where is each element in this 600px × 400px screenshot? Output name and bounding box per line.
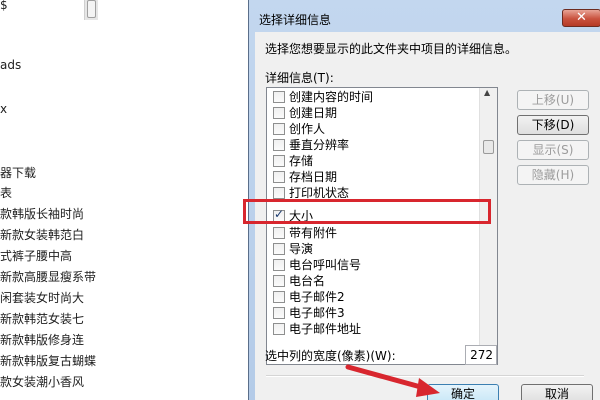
nav-item-fragment[interactable]: $	[0, 0, 8, 12]
detail-label: 存储	[289, 154, 314, 168]
detail-row[interactable]: 电子邮件2	[267, 289, 481, 305]
detail-label: 电台名	[289, 274, 326, 288]
list-scrollbar-thumb[interactable]	[483, 140, 494, 154]
instruction-text: 选择您想要显示的此文件夹中项目的详细信息。	[265, 42, 518, 56]
detail-checkbox[interactable]	[273, 259, 285, 271]
dialog-titlebar[interactable]: 选择详细信息 ✕	[249, 0, 600, 36]
detail-checkbox[interactable]	[273, 123, 285, 135]
nav-item[interactable]: 式裤子腰中高	[0, 247, 72, 264]
details-list-label: 详细信息(T):	[265, 71, 334, 85]
detail-checkbox[interactable]	[273, 139, 285, 151]
detail-label: 创作人	[289, 122, 326, 136]
nav-item[interactable]: 新款女装韩范白	[0, 226, 84, 243]
detail-checkbox[interactable]	[273, 243, 285, 255]
nav-item[interactable]: 新款韩范女装七	[0, 310, 84, 327]
divider	[266, 375, 584, 377]
detail-row[interactable]: 带有附件	[267, 225, 481, 241]
nav-item[interactable]: 新款韩版修身连	[0, 331, 84, 348]
detail-label: 电子邮件2	[289, 290, 345, 304]
nav-item[interactable]: 新款韩版复古蝴蝶	[0, 352, 96, 369]
list-scrollbar[interactable]: ▲ ▼	[479, 88, 497, 364]
nav-item[interactable]: 器下载	[0, 164, 36, 181]
detail-checkbox[interactable]	[273, 275, 285, 287]
detail-row[interactable]: 电台呼叫信号	[267, 257, 481, 273]
detail-row[interactable]: 存储	[267, 153, 481, 169]
detail-label: 垂直分辨率	[289, 138, 350, 152]
detail-row[interactable]: 电子邮件地址	[267, 321, 481, 337]
detail-label: 带有附件	[289, 226, 338, 240]
dialog-title: 选择详细信息	[259, 13, 332, 27]
nav-scrollbar[interactable]	[84, 0, 98, 20]
nav-scrollbar-thumb[interactable]	[87, 0, 96, 18]
detail-checkbox[interactable]	[273, 155, 285, 167]
nav-item[interactable]: 闲套装女时尚大	[0, 289, 84, 306]
close-button[interactable]: ✕	[562, 9, 600, 27]
detail-row[interactable]: 存档日期	[267, 169, 481, 185]
nav-item-fragment[interactable]: 表	[0, 184, 12, 201]
nav-item[interactable]: 款女装潮小香风	[0, 373, 84, 390]
detail-checkbox[interactable]	[273, 291, 285, 303]
details-list[interactable]: 创建内容的时间 创建日期 创作人 垂直分辨率 存储 存档日期 打印机状态 ✓ 大小 带有附件 导演电…	[266, 87, 498, 365]
move-up-button[interactable]: 上移(U)	[517, 90, 589, 110]
detail-label: 导演	[289, 242, 314, 256]
detail-checkbox[interactable]	[273, 227, 285, 239]
cancel-button[interactable]: 取消	[521, 384, 593, 400]
scroll-up-arrow-icon[interactable]: ▲	[484, 88, 490, 97]
show-button[interactable]: 显示(S)	[517, 140, 589, 160]
nav-item-fragment[interactable]: ads	[0, 58, 21, 72]
detail-checkbox[interactable]	[273, 307, 285, 319]
nav-item-fragment[interactable]: x	[0, 102, 7, 116]
detail-row[interactable]: 创建日期	[267, 105, 481, 121]
column-width-field[interactable]: 272	[465, 345, 497, 365]
detail-row[interactable]: 创作人	[267, 121, 481, 137]
detail-row[interactable]: 创建内容的时间	[267, 89, 481, 105]
detail-label: 创建日期	[289, 106, 338, 120]
hide-button[interactable]: 隐藏(H)	[517, 165, 589, 185]
nav-item[interactable]: 款韩版长袖时尚	[0, 205, 84, 222]
nav-item[interactable]: 新款高腰显瘦系带	[0, 268, 96, 285]
detail-checkbox[interactable]	[273, 91, 285, 103]
detail-label: 创建内容的时间	[289, 90, 374, 104]
detail-row[interactable]: 电子邮件3	[267, 305, 481, 321]
detail-label: 电子邮件地址	[289, 322, 362, 336]
detail-row[interactable]: 导演	[267, 241, 481, 257]
detail-row[interactable]: 电台名	[267, 273, 481, 289]
column-width-label: 选中列的宽度(像素)(W):	[265, 349, 396, 363]
detail-row[interactable]: 垂直分辨率	[267, 137, 481, 153]
detail-label: 电台呼叫信号	[289, 258, 362, 272]
move-down-button[interactable]: 下移(D)	[517, 115, 589, 135]
detail-checkbox[interactable]	[273, 323, 285, 335]
detail-label: 电子邮件3	[289, 306, 345, 320]
detail-label: 存档日期	[289, 170, 338, 184]
detail-checkbox[interactable]	[273, 107, 285, 119]
annotation-highlight-box	[243, 199, 491, 224]
explorer-navigation-pane: $ ads x 器下载 表 款韩版长袖时尚 新款女装韩范白 式裤子腰中高 新款高…	[0, 0, 100, 400]
detail-checkbox[interactable]	[273, 171, 285, 183]
explorer-content-pane	[100, 0, 248, 400]
ok-button[interactable]: 确定	[427, 384, 499, 400]
detail-checkbox[interactable]	[273, 187, 285, 199]
